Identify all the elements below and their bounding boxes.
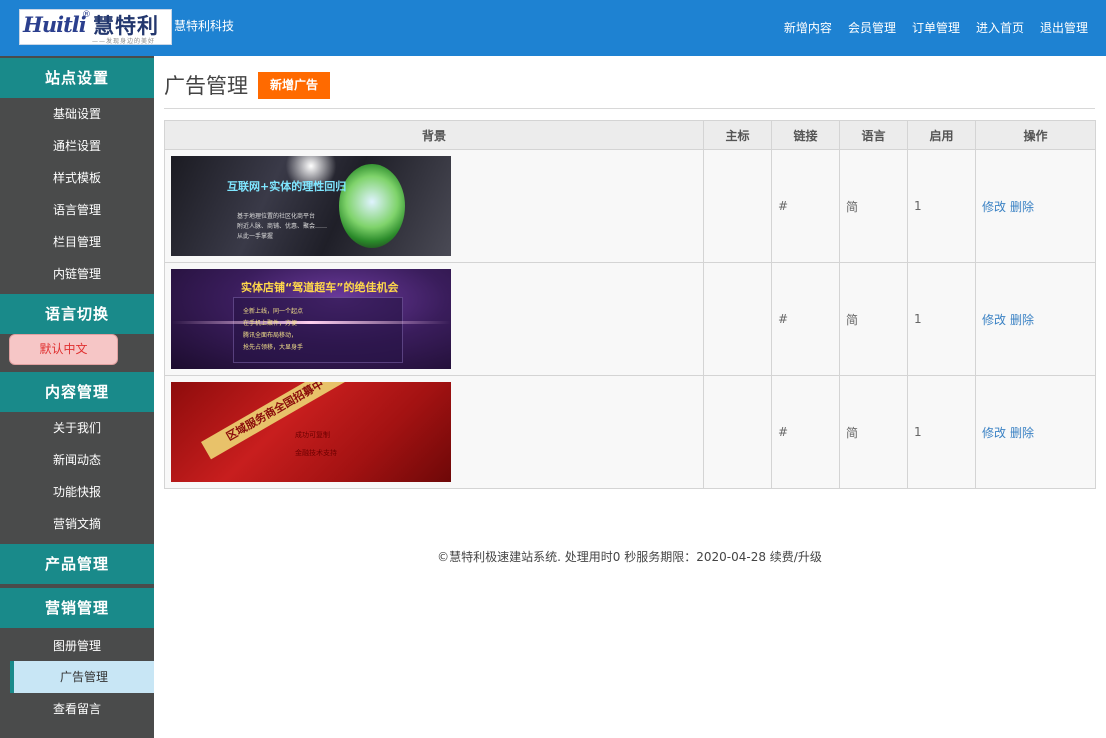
logo-script: Huitli xyxy=(23,12,87,37)
table-row: 实体店铺“驾道超车”的绝佳机会 全新上线，同一个起点 在手机上聚件，方便 腾讯全… xyxy=(164,262,1096,376)
edit-link[interactable]: 修改 xyxy=(982,426,1006,440)
nav-go-home[interactable]: 进入首页 xyxy=(976,19,1024,36)
sidebar-item-column-management[interactable]: 栏目管理 xyxy=(0,226,154,258)
brand-name: 慧特利科技 xyxy=(174,19,235,33)
banner-line: 抢先占领移，大显身手 xyxy=(243,344,304,351)
cell-enabled: 1 xyxy=(907,262,976,376)
add-ad-button[interactable]: 新增广告 xyxy=(258,72,330,99)
section-site-settings[interactable]: 站点设置 xyxy=(0,58,154,98)
sidebar-item-internal-links[interactable]: 内链管理 xyxy=(0,258,154,290)
logo[interactable]: Huitli ® 慧特利 ——发现身边的美好 xyxy=(19,9,172,45)
banner-line: 金融技术支持 xyxy=(295,449,337,457)
sidebar-item-ad-management[interactable]: 广告管理 xyxy=(10,661,154,693)
banner-headline: 互联网+实体的理性回归 xyxy=(227,180,347,193)
section-product-management[interactable]: 产品管理 xyxy=(0,544,154,584)
cell-actions: 修改 删除 xyxy=(975,262,1096,376)
banner-line: 成功可复制 xyxy=(295,431,330,439)
sidebar-item-news[interactable]: 新闻动态 xyxy=(0,444,154,476)
cell-actions: 修改 删除 xyxy=(975,375,1096,489)
table-row: 互联网+实体的理性回归 基于地理位置的社区化商平台 附近人脉、商铺、优惠、聚会…… xyxy=(164,149,1096,263)
delete-link[interactable]: 删除 xyxy=(1010,313,1034,327)
cell-main-title xyxy=(703,149,772,263)
delete-link[interactable]: 删除 xyxy=(1010,426,1034,440)
page-title: 广告管理 xyxy=(164,74,248,98)
banner-image[interactable]: 区域服务商全国招募中 成功可复制 金融技术支持 xyxy=(171,382,451,482)
header-language: 语言 xyxy=(839,120,908,150)
logo-registered-mark: ® xyxy=(82,10,91,20)
nav-logout[interactable]: 退出管理 xyxy=(1040,19,1088,36)
renew-upgrade-link[interactable]: 续费/升级 xyxy=(770,550,822,564)
cell-enabled: 1 xyxy=(907,375,976,489)
delete-link[interactable]: 删除 xyxy=(1010,200,1034,214)
sidebar-item-about-us[interactable]: 关于我们 xyxy=(0,412,154,444)
banner-image[interactable]: 实体店铺“驾道超车”的绝佳机会 全新上线，同一个起点 在手机上聚件，方便 腾讯全… xyxy=(171,269,451,369)
header-link: 链接 xyxy=(771,120,840,150)
sidebar-item-view-messages[interactable]: 查看留言 xyxy=(0,693,154,725)
footer-text: ©慧特利极速建站系统. 处理用时0 秒服务期限：2020-04-28 xyxy=(437,550,770,564)
banner-line: 基于地理位置的社区化商平台 xyxy=(237,213,316,220)
title-divider xyxy=(164,108,1095,109)
section-marketing-management[interactable]: 营销管理 xyxy=(0,588,154,628)
cell-actions: 修改 删除 xyxy=(975,149,1096,263)
banner-cell: 互联网+实体的理性回归 基于地理位置的社区化商平台 附近人脉、商铺、优惠、聚会…… xyxy=(164,149,704,263)
sidebar-item-style-template[interactable]: 样式模板 xyxy=(0,162,154,194)
banner-image[interactable]: 互联网+实体的理性回归 基于地理位置的社区化商平台 附近人脉、商铺、优惠、聚会…… xyxy=(171,156,451,256)
banner-line: 全新上线，同一个起点 xyxy=(243,308,304,315)
sidebar-item-marketing-digest[interactable]: 营销文摘 xyxy=(0,508,154,540)
cell-main-title xyxy=(703,262,772,376)
banner-line: 腾讯全面布局移动， xyxy=(243,332,298,339)
top-bar: Huitli ® 慧特利 ——发现身边的美好 慧特利科技 新增内容 会员管理 订… xyxy=(0,0,1106,56)
sidebar-item-album-management[interactable]: 图册管理 xyxy=(0,630,154,662)
top-nav: 新增内容 会员管理 订单管理 进入首页 退出管理 xyxy=(784,19,1088,36)
edit-link[interactable]: 修改 xyxy=(982,313,1006,327)
sidebar-item-language-management[interactable]: 语言管理 xyxy=(0,194,154,226)
sidebar: 站点设置 基础设置 通栏设置 样式模板 语言管理 栏目管理 内链管理 语言切换 … xyxy=(0,56,154,738)
ads-table: 背景 主标 链接 语言 启用 操作 互联网+实体的理性回归 基于地理位置的社区化… xyxy=(164,120,1096,489)
section-language-switch[interactable]: 语言切换 xyxy=(0,294,154,334)
footer: ©慧特利极速建站系统. 处理用时0 秒服务期限：2020-04-28 续费/升级 xyxy=(164,548,1095,565)
sidebar-item-basic-settings[interactable]: 基础设置 xyxy=(0,98,154,130)
cell-link: # xyxy=(771,375,840,489)
banner-line: 在手机上聚件，方便 xyxy=(243,320,298,327)
banner-line: 附近人脉、商铺、优惠、聚会…… xyxy=(237,223,328,230)
table-header-row: 背景 主标 链接 语言 启用 操作 xyxy=(164,120,1096,150)
nav-add-content[interactable]: 新增内容 xyxy=(784,19,832,36)
default-chinese-button[interactable]: 默认中文 xyxy=(9,334,118,365)
header-actions: 操作 xyxy=(975,120,1096,150)
edit-link[interactable]: 修改 xyxy=(982,200,1006,214)
header-enabled: 启用 xyxy=(907,120,976,150)
cell-link: # xyxy=(771,262,840,376)
banner-line: 从此一手掌握 xyxy=(237,233,274,240)
table-row: 区域服务商全国招募中 成功可复制 金融技术支持 # 简 1 修改 删除 xyxy=(164,375,1096,489)
sidebar-item-feature-bulletin[interactable]: 功能快报 xyxy=(0,476,154,508)
cell-enabled: 1 xyxy=(907,149,976,263)
header-main-title: 主标 xyxy=(703,120,772,150)
banner-cell: 区域服务商全国招募中 成功可复制 金融技术支持 xyxy=(164,375,704,489)
banner-cell: 实体店铺“驾道超车”的绝佳机会 全新上线，同一个起点 在手机上聚件，方便 腾讯全… xyxy=(164,262,704,376)
banner-headline: 实体店铺“驾道超车”的绝佳机会 xyxy=(241,281,399,294)
nav-member-management[interactable]: 会员管理 xyxy=(848,19,896,36)
cell-language: 简 xyxy=(839,262,908,376)
globe-graphic xyxy=(339,164,405,248)
logo-slogan: ——发现身边的美好 xyxy=(92,38,156,45)
cell-language: 简 xyxy=(839,375,908,489)
nav-order-management[interactable]: 订单管理 xyxy=(912,19,960,36)
sidebar-item-banner-settings[interactable]: 通栏设置 xyxy=(0,130,154,162)
cell-main-title xyxy=(703,375,772,489)
section-content-management[interactable]: 内容管理 xyxy=(0,372,154,412)
cell-language: 简 xyxy=(839,149,908,263)
light-streak xyxy=(171,321,451,324)
header-background: 背景 xyxy=(164,120,704,150)
cell-link: # xyxy=(771,149,840,263)
